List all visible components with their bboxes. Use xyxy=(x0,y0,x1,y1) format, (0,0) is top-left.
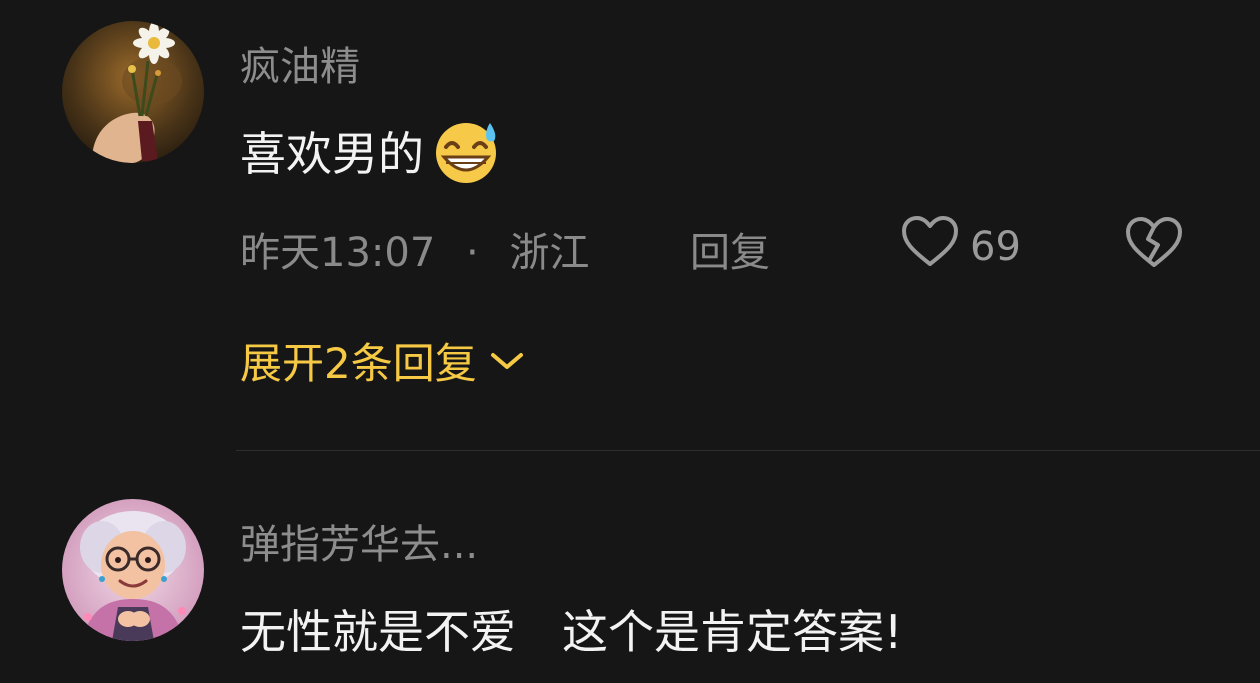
grinning-sweat-emoji xyxy=(428,117,504,185)
comment-body: 喜欢男的 xyxy=(240,127,424,181)
chevron-down-icon xyxy=(490,352,523,369)
like-button[interactable]: 69 xyxy=(900,214,1021,280)
location: 浙江 xyxy=(509,230,590,276)
username[interactable]: 疯油精 xyxy=(240,34,360,92)
comment-body: 无性就是不爱 这个是肯定答案! xyxy=(240,605,903,659)
expand-replies-button[interactable]: 展开2条回复 xyxy=(240,330,525,391)
meta-separator: · xyxy=(466,230,479,276)
broken-heart-icon xyxy=(1126,217,1182,267)
heart-outline-icon xyxy=(900,214,960,280)
username[interactable]: 弹指芳华去... xyxy=(240,512,478,570)
comment-text: 喜欢男的 xyxy=(240,117,504,185)
expand-replies-label: 展开2条回复 xyxy=(240,339,477,388)
like-count: 69 xyxy=(970,224,1021,270)
dislike-button[interactable] xyxy=(1124,215,1184,275)
comment-text: 无性就是不爱 这个是肯定答案! xyxy=(240,596,902,662)
comment-divider xyxy=(236,450,1260,451)
timestamp: 昨天13:07 xyxy=(240,230,436,276)
avatar[interactable] xyxy=(62,499,204,641)
reply-button[interactable]: 回复 xyxy=(690,220,770,278)
avatar[interactable] xyxy=(62,21,204,163)
comment-meta: 昨天13:07 · 浙江 xyxy=(240,220,589,278)
